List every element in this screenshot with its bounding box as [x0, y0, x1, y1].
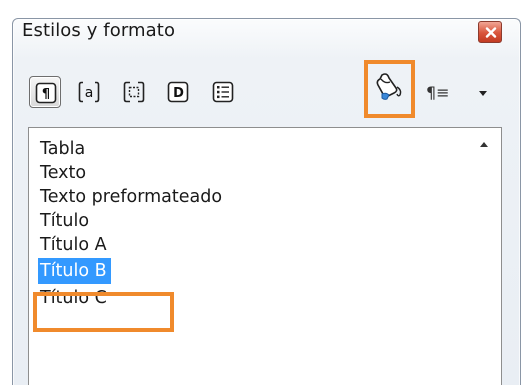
new-style-button[interactable]: ¶≡	[424, 80, 464, 104]
styles-list[interactable]: Tabla Texto Texto preformateado Título T…	[28, 127, 502, 385]
page-glyph: D	[173, 86, 184, 101]
character-glyph: a	[85, 85, 94, 101]
list-style-icon	[212, 81, 234, 103]
character-style-icon: a	[78, 81, 100, 103]
new-style-icon: ¶≡	[426, 83, 450, 102]
new-style-glyph: ¶≡	[426, 83, 450, 102]
frame-style-icon	[123, 81, 145, 103]
scroll-up-arrow-icon[interactable]	[477, 138, 491, 152]
style-actions-dropdown[interactable]	[474, 84, 492, 102]
list-item[interactable]: Tabla	[40, 136, 85, 162]
selected-item-highlight	[33, 292, 174, 332]
list-styles-button[interactable]	[207, 76, 239, 108]
paint-bucket-icon	[376, 73, 402, 100]
paragraph-styles-button[interactable]: ¶	[29, 76, 61, 108]
frame-styles-button[interactable]	[118, 76, 150, 108]
paragraph-glyph: ¶	[42, 87, 50, 102]
page-styles-button[interactable]: D	[162, 76, 194, 108]
close-icon	[485, 27, 497, 38]
page-style-icon: D	[167, 81, 189, 103]
list-item[interactable]: Texto	[40, 160, 86, 186]
list-item[interactable]: Título	[40, 208, 89, 234]
window-title: Estilos y formato	[22, 20, 176, 41]
close-button[interactable]	[478, 21, 502, 43]
styles-and-formatting-screenshot: Estilos y formato ¶ a D ¶≡ Tabla Texto T…	[0, 0, 524, 385]
fill-format-mode-button[interactable]	[364, 60, 415, 118]
character-styles-button[interactable]: a	[73, 76, 105, 108]
list-item[interactable]: Título A	[40, 232, 107, 258]
list-item[interactable]: Texto preformateado	[40, 184, 222, 210]
list-item-selected[interactable]: Título B	[38, 258, 111, 284]
paragraph-style-icon: ¶	[35, 82, 57, 104]
chevron-down-icon	[479, 91, 487, 96]
